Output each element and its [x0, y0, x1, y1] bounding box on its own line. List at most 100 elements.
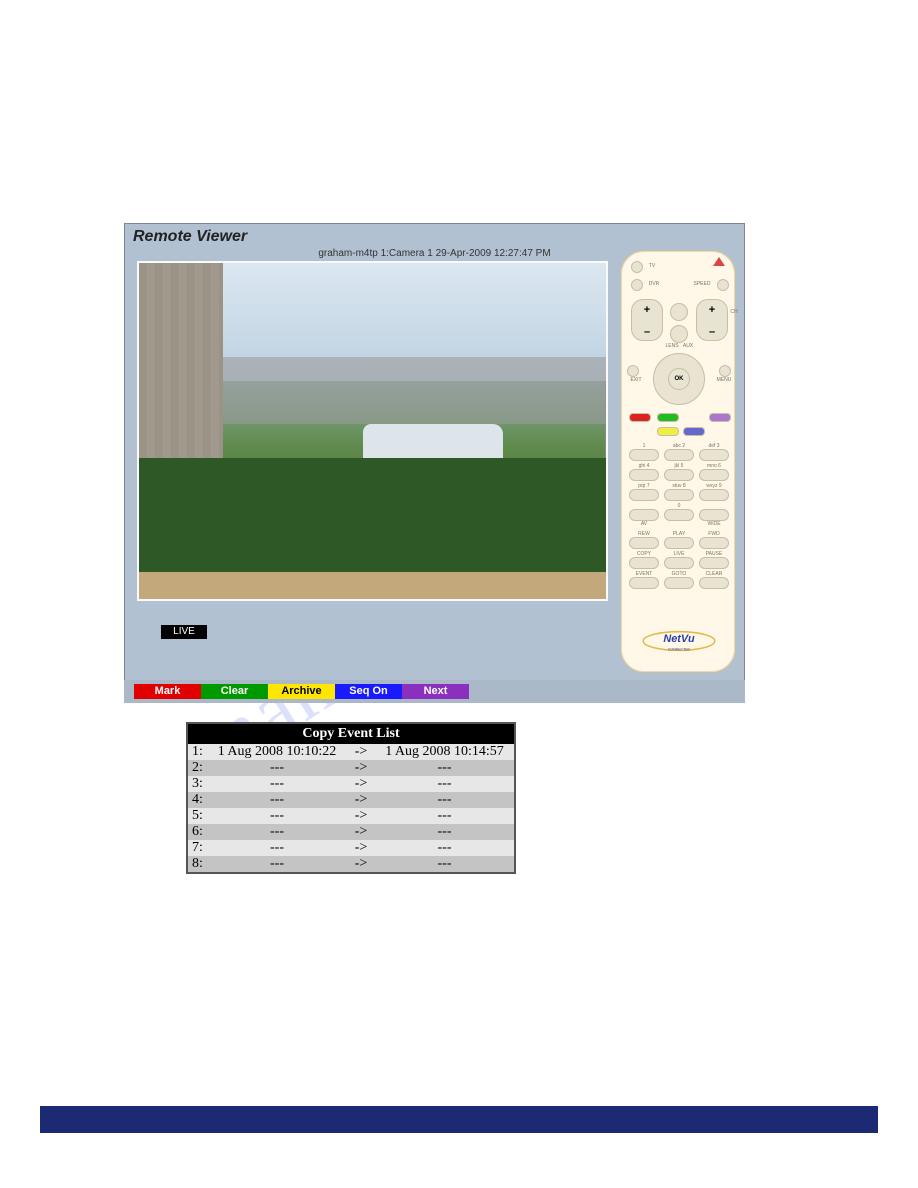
pause-button[interactable] — [699, 557, 729, 569]
yellow-button[interactable] — [657, 427, 679, 436]
row-index: 1: — [187, 744, 207, 760]
speed-button[interactable] — [717, 279, 729, 291]
netvu-logo: NetVu CONNECTED — [637, 626, 721, 656]
live-status-badge: LIVE — [161, 625, 207, 639]
page: manualshive.com Remote Viewer graham-m4t… — [0, 0, 918, 1188]
green-button[interactable] — [657, 413, 679, 422]
fwd-label: FWD — [699, 531, 729, 537]
tv-button[interactable] — [631, 261, 643, 273]
row-end: --- — [375, 808, 515, 824]
key-4[interactable] — [629, 469, 659, 481]
event-button[interactable] — [629, 577, 659, 589]
row-end: 1 Aug 2008 10:14:57 — [375, 744, 515, 760]
key-8-label: stuv 8 — [664, 483, 694, 489]
event-row[interactable]: 1:1 Aug 2008 10:10:22->1 Aug 2008 10:14:… — [187, 744, 515, 760]
key-0-label: 0 — [664, 503, 694, 509]
zoom-rocker[interactable]: + – — [631, 299, 663, 341]
blue-button[interactable] — [683, 427, 705, 436]
key-2[interactable] — [664, 449, 694, 461]
event-row[interactable]: 6:---->--- — [187, 824, 515, 840]
row-index: 4: — [187, 792, 207, 808]
key-av[interactable] — [629, 509, 659, 521]
clear-label: CLEAR — [699, 571, 729, 577]
event-row[interactable]: 5:---->--- — [187, 808, 515, 824]
clear-softkey[interactable]: Clear — [201, 684, 268, 699]
mark-button[interactable]: Mark — [134, 684, 201, 699]
key-6[interactable] — [699, 469, 729, 481]
speed-label: SPEED — [689, 281, 715, 287]
key-1-label: 1 — [629, 443, 659, 449]
key-9-label: wxyz 9 — [699, 483, 729, 489]
key-wide-label: WIDE — [699, 521, 729, 527]
key-wide[interactable] — [699, 509, 729, 521]
key-1[interactable] — [629, 449, 659, 461]
exit-button[interactable] — [627, 365, 639, 377]
key-2-label: abc 2 — [664, 443, 694, 449]
event-row[interactable]: 7:---->--- — [187, 840, 515, 856]
row-index: 3: — [187, 776, 207, 792]
event-row[interactable]: 2:---->--- — [187, 760, 515, 776]
center-button-2[interactable] — [670, 325, 688, 343]
copy-label: COPY — [629, 551, 659, 557]
cars-row — [223, 357, 606, 424]
copy-event-list-table: Copy Event List 1:1 Aug 2008 10:10:22->1… — [186, 722, 516, 874]
row-index: 7: — [187, 840, 207, 856]
key-3[interactable] — [699, 449, 729, 461]
row-start: 1 Aug 2008 10:10:22 — [207, 744, 347, 760]
next-button[interactable]: Next — [402, 684, 469, 699]
red-button[interactable] — [629, 413, 651, 422]
camera-feed[interactable] — [137, 261, 608, 601]
copy-button[interactable] — [629, 557, 659, 569]
row-start: --- — [207, 824, 347, 840]
row-arrow: -> — [347, 776, 375, 792]
row-start: --- — [207, 856, 347, 873]
event-row[interactable]: 3:---->--- — [187, 776, 515, 792]
ok-button[interactable]: OK — [668, 368, 690, 390]
event-row[interactable]: 8:---->--- — [187, 856, 515, 873]
row-end: --- — [375, 776, 515, 792]
key-6-label: mno 6 — [699, 463, 729, 469]
event-label: EVENT — [629, 571, 659, 577]
row-end: --- — [375, 760, 515, 776]
menu-label: MENU — [713, 377, 735, 383]
clear-button[interactable] — [699, 577, 729, 589]
key-7[interactable] — [629, 489, 659, 501]
dvr-button[interactable] — [631, 279, 643, 291]
row-arrow: -> — [347, 808, 375, 824]
rew-label: REW — [629, 531, 659, 537]
menu-button[interactable] — [719, 365, 731, 377]
row-start: --- — [207, 776, 347, 792]
key-0[interactable] — [664, 509, 694, 521]
seqon-button[interactable]: Seq On — [335, 684, 402, 699]
key-5[interactable] — [664, 469, 694, 481]
event-list-body: 1:1 Aug 2008 10:10:22->1 Aug 2008 10:14:… — [187, 744, 515, 873]
key-3-label: def 3 — [699, 443, 729, 449]
live-button[interactable] — [664, 557, 694, 569]
archive-button[interactable]: Archive — [268, 684, 335, 699]
rew-button[interactable] — [629, 537, 659, 549]
brand-text: NetVu — [663, 633, 695, 645]
goto-button[interactable] — [664, 577, 694, 589]
power-icon[interactable] — [713, 257, 725, 266]
ground-region — [139, 572, 606, 599]
channel-rocker[interactable]: + – — [696, 299, 728, 341]
key-av-label: AV — [629, 521, 659, 527]
event-row[interactable]: 4:---->--- — [187, 792, 515, 808]
dvr-label: DVR — [645, 281, 663, 287]
key-9[interactable] — [699, 489, 729, 501]
event-list-title: Copy Event List — [187, 723, 515, 744]
center-button-1[interactable] — [670, 303, 688, 321]
key-8[interactable] — [664, 489, 694, 501]
row-index: 6: — [187, 824, 207, 840]
row-index: 2: — [187, 760, 207, 776]
row-end: --- — [375, 856, 515, 873]
fwd-button[interactable] — [699, 537, 729, 549]
purple-button[interactable] — [709, 413, 731, 422]
row-start: --- — [207, 792, 347, 808]
pause-label: PAUSE — [699, 551, 729, 557]
play-button[interactable] — [664, 537, 694, 549]
ch-label: CH — [729, 309, 739, 315]
row-start: --- — [207, 840, 347, 856]
exit-label: EXIT — [627, 377, 645, 383]
brand-sub-text: CONNECTED — [668, 647, 691, 651]
